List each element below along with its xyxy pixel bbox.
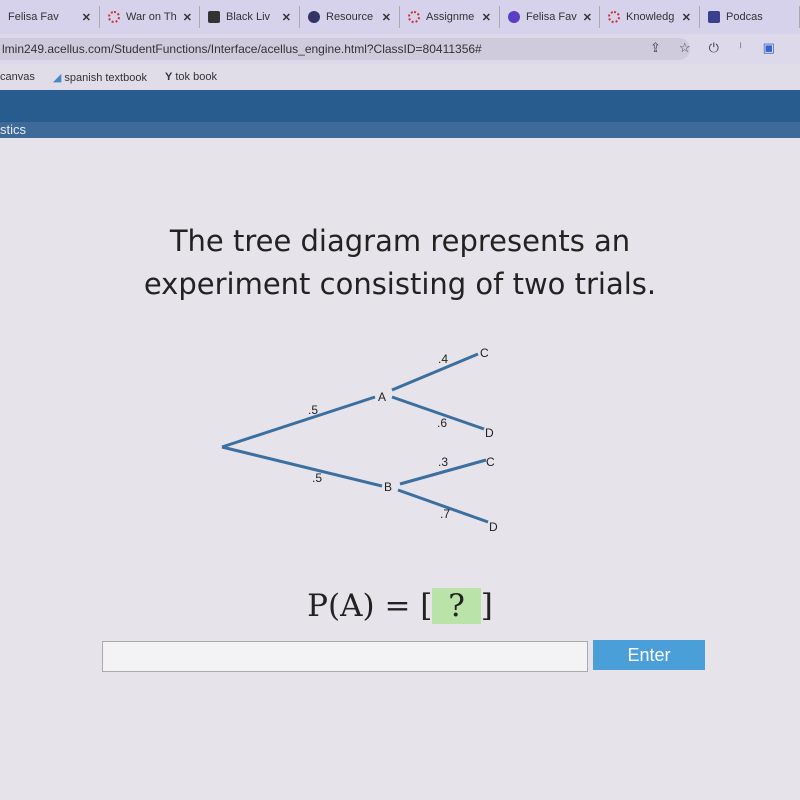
node-d: D: [489, 520, 498, 534]
prob-label: .7: [440, 507, 450, 521]
prob-label: .4: [438, 352, 448, 366]
probability-prompt: P(A) = [ ? ]: [307, 588, 493, 624]
node-d: D: [485, 426, 494, 440]
enter-button[interactable]: Enter: [593, 640, 705, 670]
node-c: C: [486, 455, 495, 469]
tree-diagram: A B C D C D .5 .5 .4 .6 .3 .7: [221, 346, 498, 534]
answer-input[interactable]: [102, 641, 588, 672]
node-c: C: [480, 346, 489, 360]
node-a: A: [378, 390, 386, 404]
answer-blank: ?: [432, 588, 481, 624]
branch-a: [221, 395, 376, 449]
prob-label: .5: [308, 403, 318, 417]
node-b: B: [384, 480, 392, 494]
prob-label: .3: [438, 455, 448, 469]
branch-ac: [391, 352, 479, 392]
prob-label: .6: [437, 416, 447, 430]
prob-label: .5: [312, 471, 322, 485]
branch-b: [221, 445, 383, 488]
